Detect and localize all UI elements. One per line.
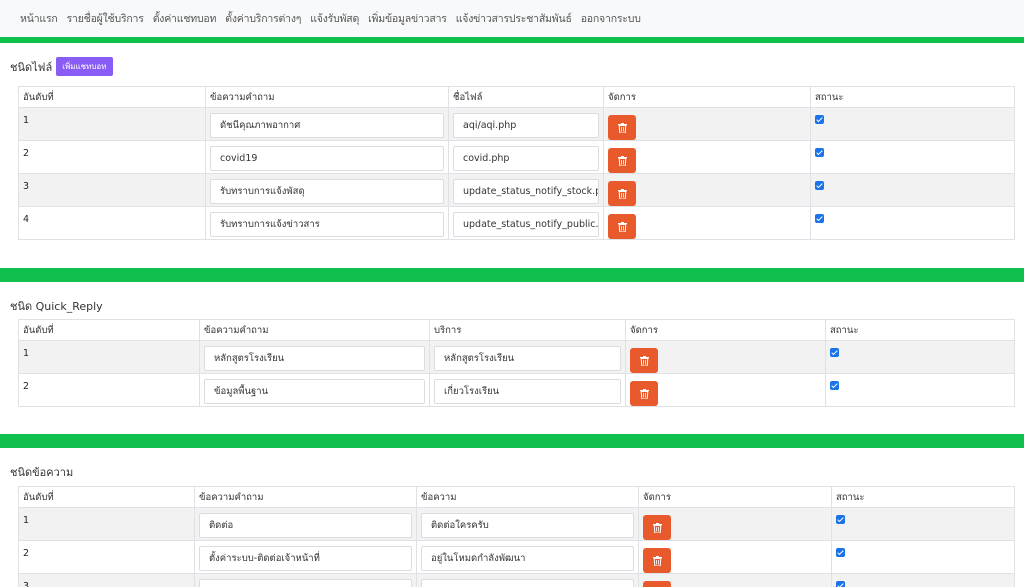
col-header: อันดับที่ bbox=[18, 486, 195, 508]
col-header: อันดับที่ bbox=[18, 319, 200, 341]
service-field[interactable]: เกี่ยวโรงเรียน bbox=[434, 379, 621, 404]
col-header: จัดการ bbox=[603, 86, 811, 108]
question-field[interactable] bbox=[199, 579, 412, 587]
nav-add-news[interactable]: เพิ่มข้อมูลข่าวสาร bbox=[368, 10, 447, 27]
question-field[interactable]: รับทราบการแจ้งข่าวสาร bbox=[210, 212, 444, 237]
status-checkbox[interactable] bbox=[815, 148, 824, 157]
delete-button[interactable] bbox=[643, 581, 671, 587]
row-number: 2 bbox=[18, 140, 206, 174]
table-row: 1 ติดต่อ ติดต่อใครครับ bbox=[18, 507, 1015, 541]
delete-button[interactable] bbox=[608, 115, 636, 140]
delete-button[interactable] bbox=[608, 214, 636, 239]
col-header: สถานะ bbox=[825, 319, 1015, 341]
delete-button[interactable] bbox=[630, 348, 658, 373]
delete-button[interactable] bbox=[630, 381, 658, 406]
col-header: บริการ bbox=[429, 319, 626, 341]
trash-icon bbox=[617, 188, 627, 199]
row-number: 2 bbox=[18, 540, 195, 574]
trash-icon bbox=[639, 355, 649, 366]
status-checkbox[interactable] bbox=[815, 115, 824, 124]
row-number: 4 bbox=[18, 206, 206, 240]
service-field[interactable]: หลักสูตรโรงเรียน bbox=[434, 346, 621, 371]
section-divider bbox=[0, 37, 1024, 43]
trash-icon bbox=[617, 155, 627, 166]
question-field[interactable]: ติดต่อ bbox=[199, 513, 412, 538]
section-text-type: ชนิดข้อความ bbox=[10, 463, 73, 481]
table-row: 2 covid19 covid.php bbox=[18, 140, 1015, 174]
table-row: 4 รับทราบการแจ้งข่าวสาร update_status_no… bbox=[18, 206, 1015, 240]
col-header: ข้อความคำถาม bbox=[205, 86, 449, 108]
nav-logout[interactable]: ออกจากระบบ bbox=[581, 10, 641, 27]
section-title: ชนิดไฟล์ bbox=[10, 60, 53, 74]
status-checkbox[interactable] bbox=[815, 214, 824, 223]
col-header: สถานะ bbox=[831, 486, 1015, 508]
nav-users[interactable]: รายชื่อผู้ใช้บริการ bbox=[67, 10, 144, 27]
col-header: จัดการ bbox=[625, 319, 826, 341]
status-checkbox[interactable] bbox=[836, 548, 845, 557]
col-header: ข้อความคำถาม bbox=[194, 486, 417, 508]
nav-announcements[interactable]: แจ้งข่าวสารประชาสัมพันธ์ bbox=[456, 10, 572, 27]
col-header: ข้อความ bbox=[416, 486, 639, 508]
status-checkbox[interactable] bbox=[830, 381, 839, 390]
trash-icon bbox=[617, 122, 627, 133]
delete-button[interactable] bbox=[643, 515, 671, 540]
message-field[interactable]: ติดต่อใครครับ bbox=[421, 513, 634, 538]
question-field[interactable]: หลักสูตรโรงเรียน bbox=[204, 346, 425, 371]
trash-icon bbox=[639, 388, 649, 399]
row-number: 3 bbox=[18, 173, 206, 207]
section-file-type: ชนิดไฟล์ เพิ่มแชทบอท bbox=[10, 57, 113, 76]
row-number: 1 bbox=[18, 340, 200, 374]
section-title: ชนิดข้อความ bbox=[10, 466, 74, 479]
text-type-table: อันดับที่ ข้อความคำถาม ข้อความ จัดการ สถ… bbox=[18, 486, 1015, 587]
row-number: 3 bbox=[18, 573, 195, 587]
delete-button[interactable] bbox=[643, 548, 671, 573]
row-number: 2 bbox=[18, 373, 200, 407]
trash-icon bbox=[617, 221, 627, 232]
col-header: อันดับที่ bbox=[18, 86, 206, 108]
question-field[interactable]: ดัชนีคุณภาพอากาศ bbox=[210, 113, 444, 138]
delete-button[interactable] bbox=[608, 148, 636, 173]
add-chatbot-button[interactable]: เพิ่มแชทบอท bbox=[56, 57, 113, 76]
section-quick-reply: ชนิด Quick_Reply bbox=[10, 297, 103, 315]
message-field[interactable] bbox=[421, 579, 634, 587]
question-field[interactable]: ตั้งค่าระบบ-ติดต่อเจ้าหน้าที่ bbox=[199, 546, 412, 571]
filename-field[interactable]: aqi/aqi.php bbox=[453, 113, 599, 138]
quick-reply-table: อันดับที่ ข้อความคำถาม บริการ จัดการ สถา… bbox=[18, 319, 1015, 407]
trash-icon bbox=[652, 555, 662, 566]
section-title: ชนิด Quick_Reply bbox=[10, 300, 103, 313]
question-field[interactable]: covid19 bbox=[210, 146, 444, 171]
status-checkbox[interactable] bbox=[836, 515, 845, 524]
col-header: ข้อความคำถาม bbox=[199, 319, 430, 341]
message-field[interactable]: อยู่ในโหมดกำลังพัฒนา bbox=[421, 546, 634, 571]
col-header: ชื่อไฟล์ bbox=[448, 86, 604, 108]
row-number: 1 bbox=[18, 107, 206, 141]
nav-chatbot-settings[interactable]: ตั้งค่าแชทบอท bbox=[153, 10, 217, 27]
status-checkbox[interactable] bbox=[815, 181, 824, 190]
col-header: สถานะ bbox=[810, 86, 1015, 108]
row-number: 1 bbox=[18, 507, 195, 541]
nav-home[interactable]: หน้าแรก bbox=[20, 10, 58, 27]
top-nav: หน้าแรก รายชื่อผู้ใช้บริการ ตั้งค่าแชทบอ… bbox=[0, 0, 1024, 37]
filename-field[interactable]: update_status_notify_public.php bbox=[453, 212, 599, 237]
nav-parcel-notify[interactable]: แจ้งรับพัสดุ bbox=[310, 10, 359, 27]
trash-icon bbox=[652, 522, 662, 533]
table-row: 2 ข้อมูลพื้นฐาน เกี่ยวโรงเรียน bbox=[18, 373, 1015, 407]
status-checkbox[interactable] bbox=[836, 581, 845, 587]
file-type-table: อันดับที่ ข้อความคำถาม ชื่อไฟล์ จัดการ ส… bbox=[18, 86, 1015, 240]
table-row: 3 รับทราบการแจ้งพัสดุ update_status_noti… bbox=[18, 173, 1015, 207]
table-row: 3 bbox=[18, 573, 1015, 587]
table-row: 1 หลักสูตรโรงเรียน หลักสูตรโรงเรียน bbox=[18, 340, 1015, 374]
table-row: 1 ดัชนีคุณภาพอากาศ aqi/aqi.php bbox=[18, 107, 1015, 141]
col-header: จัดการ bbox=[638, 486, 832, 508]
section-divider bbox=[0, 268, 1024, 282]
question-field[interactable]: ข้อมูลพื้นฐาน bbox=[204, 379, 425, 404]
delete-button[interactable] bbox=[608, 181, 636, 206]
section-divider bbox=[0, 434, 1024, 448]
nav-service-settings[interactable]: ตั้งค่าบริการต่างๆ bbox=[225, 10, 301, 27]
table-row: 2 ตั้งค่าระบบ-ติดต่อเจ้าหน้าที่ อยู่ในโห… bbox=[18, 540, 1015, 574]
status-checkbox[interactable] bbox=[830, 348, 839, 357]
question-field[interactable]: รับทราบการแจ้งพัสดุ bbox=[210, 179, 444, 204]
filename-field[interactable]: update_status_notify_stock.php bbox=[453, 179, 599, 204]
filename-field[interactable]: covid.php bbox=[453, 146, 599, 171]
